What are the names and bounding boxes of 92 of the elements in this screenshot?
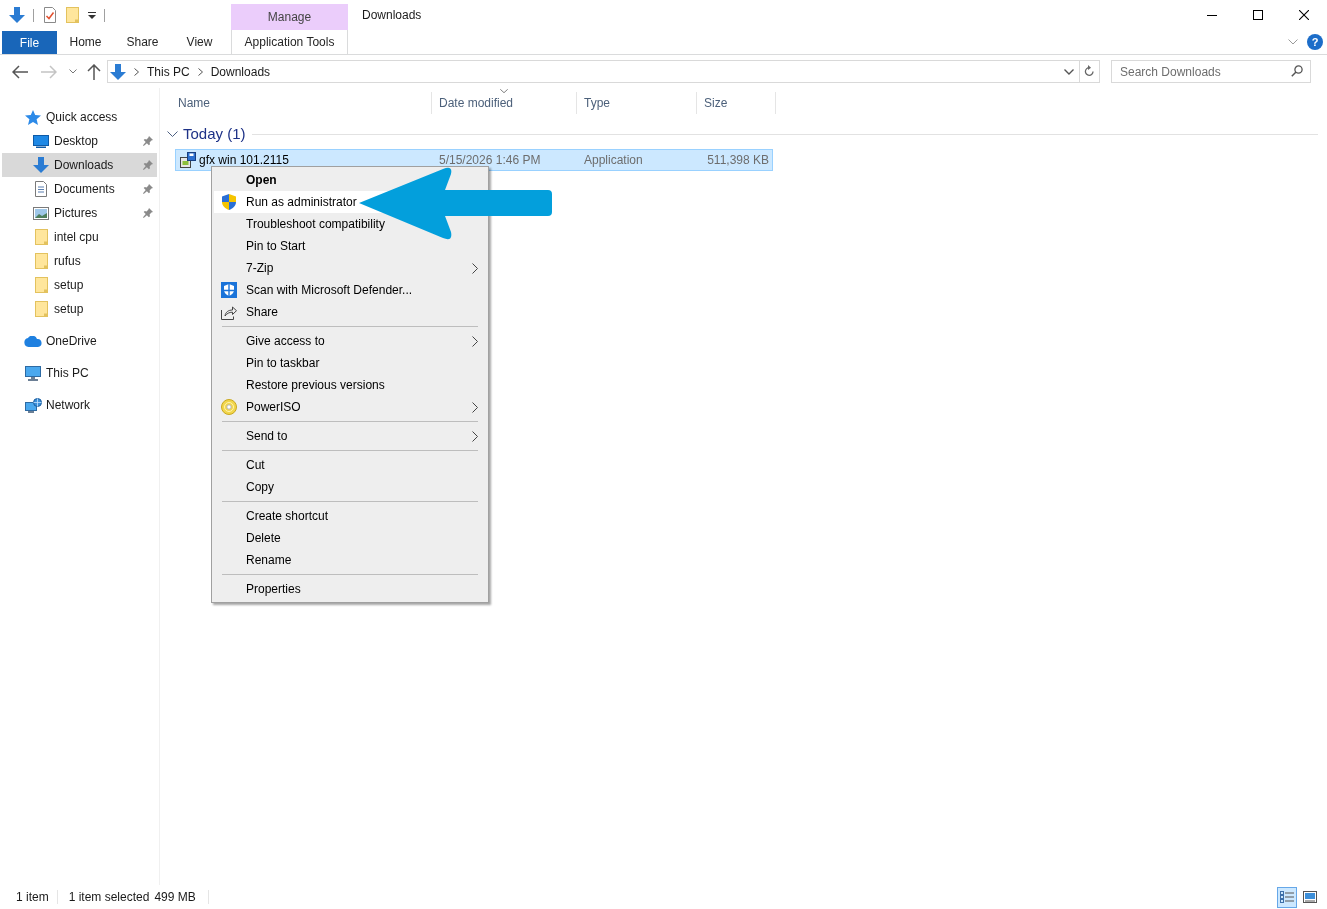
view-button[interactable] <box>1277 886 1297 908</box>
group-header[interactable]: Today (1) <box>166 122 246 146</box>
table-cell: 511,398 KB <box>707 153 769 167</box>
shield-cross-icon <box>221 282 237 298</box>
menu-item[interactable]: Troubleshoot compatibility <box>214 213 486 235</box>
menu-item[interactable]: Create shortcut <box>214 505 486 527</box>
menu-item[interactable]: Pin to taskbar <box>214 352 486 374</box>
pin-icon[interactable] <box>143 184 153 194</box>
menu-item[interactable]: Open <box>214 169 486 191</box>
chevron-down-icon[interactable] <box>1064 68 1074 75</box>
folder-icon <box>34 229 48 245</box>
nav-item[interactable]: Desktop <box>2 129 157 153</box>
nav-item[interactable]: This PC <box>2 361 157 385</box>
nav-item[interactable]: setup <box>2 273 157 297</box>
computer-icon <box>25 365 41 381</box>
menu-item[interactable]: Restore previous versions <box>214 374 486 396</box>
menu-item[interactable]: Send to <box>214 425 486 447</box>
chevron-right-icon[interactable] <box>134 67 139 76</box>
installer-icon <box>180 152 196 168</box>
monitor-icon <box>33 134 49 148</box>
menu-item[interactable]: Copy <box>214 476 486 498</box>
disc-icon <box>221 399 237 415</box>
picture-icon <box>33 206 49 220</box>
column-header[interactable]: Date modified <box>432 92 577 114</box>
table-cell: 5/15/2026 1:46 PM <box>439 153 541 167</box>
network-icon <box>24 397 42 413</box>
table-cell-text: gfx win 101.2115 <box>199 152 289 169</box>
menu-item[interactable]: Pin to Start <box>214 235 486 257</box>
chevron-down-icon[interactable] <box>69 69 77 74</box>
nav-item[interactable]: Network <box>2 393 157 417</box>
ribbon-tab[interactable]: File <box>2 31 57 54</box>
column-header[interactable]: Size <box>697 92 776 114</box>
menu-item[interactable]: PowerISO <box>214 396 486 418</box>
table-cell: Application <box>584 153 643 167</box>
nav-item[interactable]: Quick access <box>2 105 157 129</box>
ribbon-tab[interactable]: Application Tools <box>231 30 348 54</box>
star-icon <box>25 109 41 125</box>
menu-item[interactable]: Properties <box>214 578 486 600</box>
download-arrow-icon[interactable] <box>9 7 25 23</box>
ribbon-tab[interactable]: Share <box>114 30 171 54</box>
status-text: 1 item <box>16 889 49 906</box>
document-icon <box>35 181 47 197</box>
nav-item[interactable]: intel cpu <box>2 225 157 249</box>
cloud-icon <box>24 335 42 347</box>
menu-item[interactable]: Give access to <box>214 330 486 352</box>
nav-item[interactable]: OneDrive <box>2 329 157 353</box>
column-header[interactable]: Name <box>170 92 432 114</box>
pin-icon[interactable] <box>143 136 153 146</box>
menu-item[interactable]: Delete <box>214 527 486 549</box>
folder-icon <box>34 253 48 269</box>
page-check-icon[interactable] <box>44 7 56 23</box>
menu-item[interactable]: 7-Zip <box>214 257 486 279</box>
download-arrow-icon <box>33 157 49 173</box>
column-header[interactable]: Type <box>577 92 697 114</box>
details-view-icon <box>1280 891 1294 903</box>
pin-icon[interactable] <box>143 208 153 218</box>
status-text: 499 MB <box>154 889 196 906</box>
breadcrumb-item[interactable]: This PC <box>147 62 190 81</box>
breadcrumb-item[interactable]: Downloads <box>210 62 271 81</box>
maximize-icon[interactable] <box>1253 10 1263 20</box>
download-arrow-icon <box>110 63 126 80</box>
minimize-icon[interactable] <box>1207 14 1217 16</box>
ribbon-tab[interactable]: View <box>171 30 228 54</box>
nav-item[interactable]: Downloads <box>2 153 157 177</box>
share-icon <box>221 304 237 320</box>
window-title: Downloads <box>362 7 422 24</box>
search-field[interactable]: Search Downloads <box>1111 60 1311 83</box>
menu-item[interactable]: Rename <box>214 549 486 571</box>
shield-icon <box>222 194 236 210</box>
address-bar[interactable]: This PC Downloads <box>107 60 1100 83</box>
close-icon[interactable] <box>1299 10 1309 20</box>
nav-item[interactable]: setup <box>2 297 157 321</box>
contextual-tab-header: Manage <box>231 4 348 30</box>
nav-item[interactable]: Pictures <box>2 201 157 225</box>
thumbnail-view-icon <box>1303 891 1317 903</box>
chevron-right-icon[interactable] <box>197 67 203 76</box>
folder-icon <box>34 301 48 317</box>
file-row[interactable]: gfx win 101.2115 5/15/2026 1:46 PM Application 511,398 KB <box>175 149 773 171</box>
menu-item[interactable]: Scan with Microsoft Defender... <box>214 279 486 301</box>
nav-item[interactable]: rufus <box>2 249 157 273</box>
back-arrow-icon[interactable] <box>12 64 28 79</box>
search-icon[interactable] <box>1291 65 1303 77</box>
refresh-icon[interactable] <box>1084 65 1095 78</box>
nav-item[interactable]: Documents <box>2 177 157 201</box>
menu-item[interactable]: Cut <box>214 454 486 476</box>
help-button[interactable]: ? <box>1307 34 1323 50</box>
status-text: 1 item selected <box>68 889 150 906</box>
ribbon-tab[interactable]: Home <box>57 30 114 54</box>
folder-icon <box>34 277 48 293</box>
menu-item[interactable]: Share <box>214 301 486 323</box>
up-arrow-icon[interactable] <box>87 63 101 80</box>
dropdown-icon[interactable] <box>88 11 96 19</box>
